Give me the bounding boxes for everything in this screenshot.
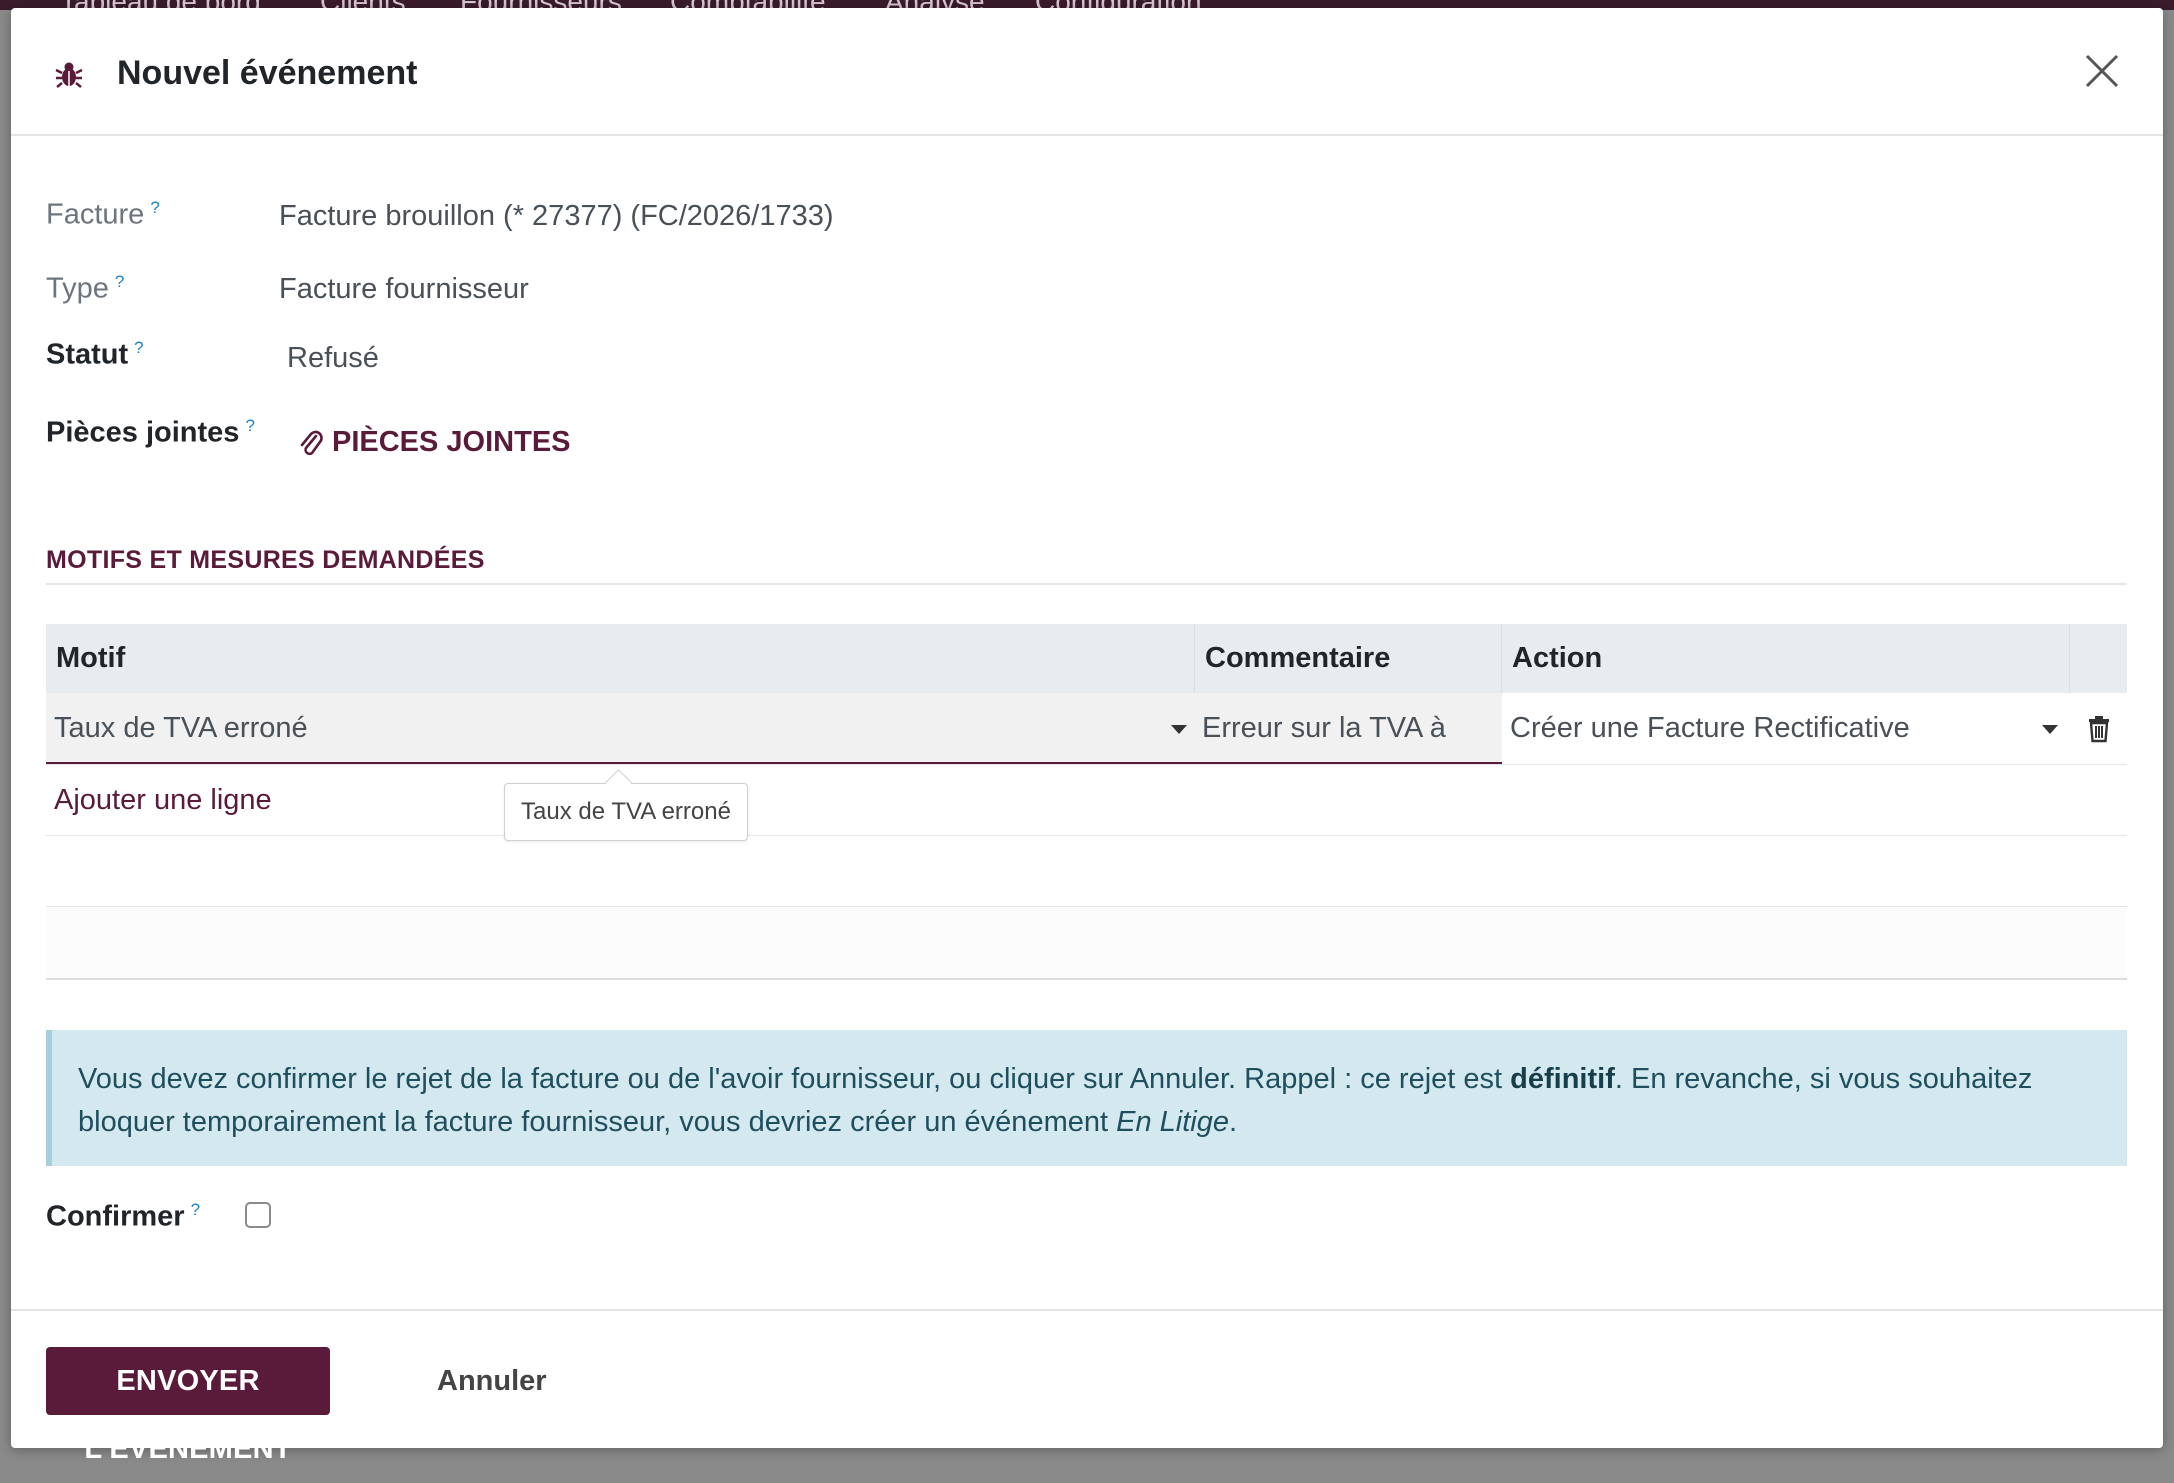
alert-emphasis: définitif: [1510, 1063, 1615, 1095]
action-select[interactable]: Créer une Facture Rectificative: [1502, 693, 2069, 764]
column-header-commentaire[interactable]: Commentaire: [1195, 624, 1501, 693]
trash-icon[interactable]: [2087, 715, 2111, 743]
paperclip-icon: [300, 430, 323, 455]
new-event-dialog: Nouvel événement Facture? Facture brouil…: [11, 8, 2163, 1465]
section-divider: [46, 583, 2127, 585]
send-event-button[interactable]: ENVOYER L'ÉVÉNEMENT: [46, 1347, 330, 1465]
column-header-action[interactable]: Action: [1502, 624, 2064, 693]
help-tooltip-icon[interactable]: ?: [245, 416, 254, 435]
type-label: Type?: [46, 272, 125, 305]
statut-label: Statut?: [46, 338, 144, 371]
column-separator: [2069, 624, 2070, 693]
attachments-button[interactable]: PIÈCES JOINTES: [298, 426, 571, 459]
help-tooltip-icon[interactable]: ?: [134, 338, 143, 357]
motif-tooltip: Taux de TVA erroné: [504, 783, 748, 841]
dialog-header: Nouvel événement: [11, 8, 2163, 136]
section-title: MOTIFS ET MESURES DEMANDÉES: [46, 546, 485, 574]
statut-value: Refusé: [287, 342, 379, 374]
facture-label: Facture?: [46, 198, 160, 231]
add-line-row: Ajouter une ligne: [46, 765, 2127, 836]
add-line-link[interactable]: Ajouter une ligne: [54, 765, 272, 835]
motif-select[interactable]: Taux de TVA erroné: [46, 693, 1194, 764]
help-tooltip-icon[interactable]: ?: [150, 198, 159, 217]
table-header: Motif Commentaire Action: [46, 624, 2127, 693]
help-tooltip-icon[interactable]: ?: [115, 272, 124, 291]
empty-row: [46, 907, 2127, 980]
bug-icon: [55, 62, 83, 88]
info-alert: Vous devez confirmer le rejet de la fact…: [46, 1030, 2127, 1166]
dialog-title: Nouvel événement: [117, 54, 418, 92]
type-value: Facture fournisseur: [279, 273, 529, 305]
comment-input[interactable]: Erreur sur la TVA à: [1194, 693, 1502, 764]
chevron-down-icon: [1171, 725, 1187, 734]
close-icon[interactable]: [2079, 48, 2125, 94]
dialog-footer: ENVOYER L'ÉVÉNEMENT Annuler: [11, 1309, 2163, 1465]
chevron-down-icon: [2042, 725, 2058, 734]
cancel-button[interactable]: Annuler: [437, 1347, 547, 1415]
pieces-jointes-label: Pièces jointes?: [46, 416, 255, 449]
empty-row: [46, 836, 2127, 907]
facture-value: Facture brouillon (* 27377) (FC/2026/173…: [279, 200, 834, 232]
column-header-motif[interactable]: Motif: [46, 624, 1194, 693]
table-row[interactable]: Taux de TVA erroné Erreur sur la TVA à C…: [46, 693, 2127, 765]
confirm-checkbox[interactable]: [245, 1202, 271, 1228]
confirm-label: Confirmer?: [46, 1200, 201, 1233]
help-tooltip-icon[interactable]: ?: [191, 1200, 200, 1219]
alert-italic: En Litige: [1116, 1106, 1229, 1138]
